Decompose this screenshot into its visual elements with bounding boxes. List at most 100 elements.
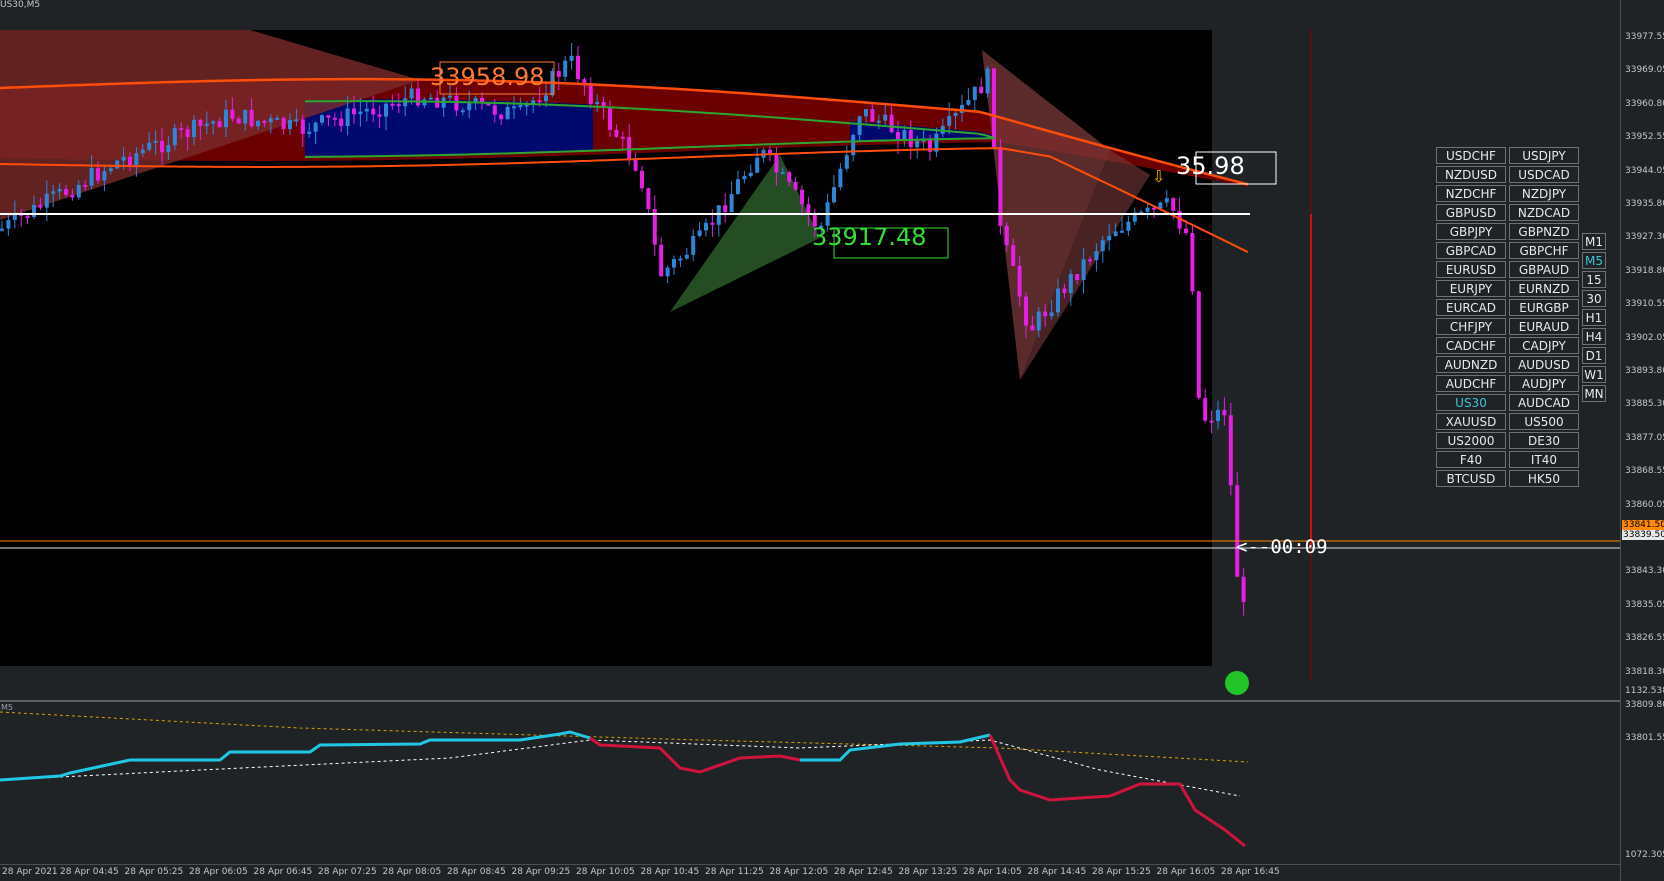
symbol-button-audcad[interactable]: AUDCAD xyxy=(1509,394,1579,411)
candle-body xyxy=(115,160,120,169)
candle-body xyxy=(876,120,881,123)
timeframe-button-mn[interactable]: MN xyxy=(1582,385,1606,402)
timeframe-button-h4[interactable]: H4 xyxy=(1582,328,1606,345)
timeframe-button-m5[interactable]: M5 xyxy=(1582,252,1606,269)
candle-body xyxy=(1235,485,1240,577)
candle-body xyxy=(966,99,971,105)
symbol-button-nzdusd[interactable]: NZDUSD xyxy=(1436,166,1506,183)
symbol-button-usdchf[interactable]: USDCHF xyxy=(1436,147,1506,164)
symbol-button-audjpy[interactable]: AUDJPY xyxy=(1509,375,1579,392)
symbol-button-eurjpy[interactable]: EURJPY xyxy=(1436,280,1506,297)
main-price-chart[interactable]: 33958.98 33917.48 35.98 ⇩ <--00:09 xyxy=(0,0,1620,700)
time-tick: 28 Apr 09:25 xyxy=(511,867,571,877)
sell-arrow-icon: ⇩ xyxy=(1152,167,1165,186)
symbol-button-de30[interactable]: DE30 xyxy=(1509,432,1579,449)
signal-dot xyxy=(1225,671,1249,695)
candle-body xyxy=(972,86,977,100)
symbol-button-us500[interactable]: US500 xyxy=(1509,413,1579,430)
symbol-button-xauusd[interactable]: XAUUSD xyxy=(1436,413,1506,430)
time-tick: 28 Apr 11:25 xyxy=(705,867,764,877)
price-axis[interactable]: 33977.55 33969.05 33960.80 33952.55 33944.05… xyxy=(1620,0,1664,881)
price-marker-white: 33839.50 xyxy=(1622,530,1664,540)
candle-body xyxy=(204,123,209,126)
timeframe-button-w1[interactable]: W1 xyxy=(1582,366,1606,383)
symbol-button-nzdjpy[interactable]: NZDJPY xyxy=(1509,185,1579,202)
symbol-button-eurcad[interactable]: EURCAD xyxy=(1436,299,1506,316)
symbol-button-gbpaud[interactable]: GBPAUD xyxy=(1509,261,1579,278)
symbol-button-us2000[interactable]: US2000 xyxy=(1436,432,1506,449)
price-tick: 33801.55 xyxy=(1625,733,1664,744)
candle-body xyxy=(953,112,958,117)
candle-body xyxy=(1222,409,1227,416)
candle-body xyxy=(518,105,523,108)
timeframe-button-d1[interactable]: D1 xyxy=(1582,347,1606,364)
candle-body xyxy=(608,107,612,130)
symbol-button-usdcad[interactable]: USDCAD xyxy=(1509,166,1579,183)
candle-body xyxy=(211,121,216,124)
candle-body xyxy=(684,254,689,259)
candle-body xyxy=(1017,265,1022,297)
symbol-button-audnzd[interactable]: AUDNZD xyxy=(1436,356,1506,373)
symbol-button-cadjpy[interactable]: CADJPY xyxy=(1509,337,1579,354)
time-tick: 28 Apr 08:45 xyxy=(447,867,506,877)
timeframe-button-m1[interactable]: M1 xyxy=(1582,233,1606,250)
candle-body xyxy=(0,228,4,231)
symbol-button-eurnzd[interactable]: EURNZD xyxy=(1509,280,1579,297)
candle-body xyxy=(659,244,664,277)
candle-body xyxy=(96,168,100,181)
time-tick: 28 Apr 10:45 xyxy=(640,867,700,877)
symbol-button-gbpnzd[interactable]: GBPNZD xyxy=(1509,223,1579,240)
price-tick: 33835.05 xyxy=(1625,599,1664,610)
symbol-button-eurgbp[interactable]: EURGBP xyxy=(1509,299,1579,316)
time-axis[interactable]: 28 Apr 2021 28 Apr 04:45 28 Apr 05:25 28 Ap… xyxy=(0,864,1620,881)
oscillator-chart[interactable] xyxy=(0,700,1620,864)
symbol-button-it40[interactable]: IT40 xyxy=(1509,451,1579,468)
candle-body xyxy=(332,117,337,120)
candle-body xyxy=(76,184,81,198)
candle-countdown: <--00:09 xyxy=(1236,536,1328,558)
candle-body xyxy=(1075,273,1080,280)
symbol-button-f40[interactable]: F40 xyxy=(1436,451,1506,468)
candle-body xyxy=(620,136,625,139)
candle-body xyxy=(288,120,292,129)
candle-body xyxy=(160,140,164,153)
price-tick: 33902.05 xyxy=(1625,332,1664,343)
timeframe-button-15[interactable]: 15 xyxy=(1582,271,1606,288)
candle-body xyxy=(1126,221,1131,231)
candle-body xyxy=(614,129,619,137)
timeframe-button-h1[interactable]: H1 xyxy=(1582,309,1606,326)
symbol-button-btcusd[interactable]: BTCUSD xyxy=(1436,470,1506,487)
symbol-button-euraud[interactable]: EURAUD xyxy=(1509,318,1579,335)
candle-body xyxy=(25,215,30,218)
candle-body xyxy=(992,68,996,147)
symbol-button-nzdcad[interactable]: NZDCAD xyxy=(1509,204,1579,221)
candle-body xyxy=(864,109,868,117)
candle-body xyxy=(832,187,836,203)
time-tick: 28 Apr 06:45 xyxy=(253,867,313,877)
candle-body xyxy=(256,120,260,127)
symbol-button-nzdchf[interactable]: NZDCHF xyxy=(1436,185,1506,202)
symbol-button-cadchf[interactable]: CADCHF xyxy=(1436,337,1506,354)
candle-body xyxy=(556,71,561,77)
candle-body xyxy=(345,108,350,127)
symbol-button-usdjpy[interactable]: USDJPY xyxy=(1509,147,1579,164)
symbol-button-audusd[interactable]: AUDUSD xyxy=(1509,356,1579,373)
symbol-button-gbpusd[interactable]: GBPUSD xyxy=(1436,204,1506,221)
symbol-button-gbpchf[interactable]: GBPCHF xyxy=(1509,242,1579,259)
candle-body xyxy=(57,189,62,192)
symbol-button-us30[interactable]: US30 xyxy=(1436,394,1506,411)
symbol-button-hk50[interactable]: HK50 xyxy=(1509,470,1579,487)
symbol-button-audchf[interactable]: AUDCHF xyxy=(1436,375,1506,392)
candle-body xyxy=(128,156,132,166)
symbol-button-chfjpy[interactable]: CHFJPY xyxy=(1436,318,1506,335)
symbol-button-gbpjpy[interactable]: GBPJPY xyxy=(1436,223,1506,240)
symbol-button-eurusd[interactable]: EURUSD xyxy=(1436,261,1506,278)
candle-body xyxy=(236,118,241,124)
timeframe-button-30[interactable]: 30 xyxy=(1582,290,1606,307)
candle-body xyxy=(915,140,920,148)
price-tick: 33877.05 xyxy=(1625,432,1664,443)
symbol-button-gbpcad[interactable]: GBPCAD xyxy=(1436,242,1506,259)
candle-body xyxy=(857,116,862,135)
candle-body xyxy=(544,95,548,102)
candle-body xyxy=(409,88,414,99)
